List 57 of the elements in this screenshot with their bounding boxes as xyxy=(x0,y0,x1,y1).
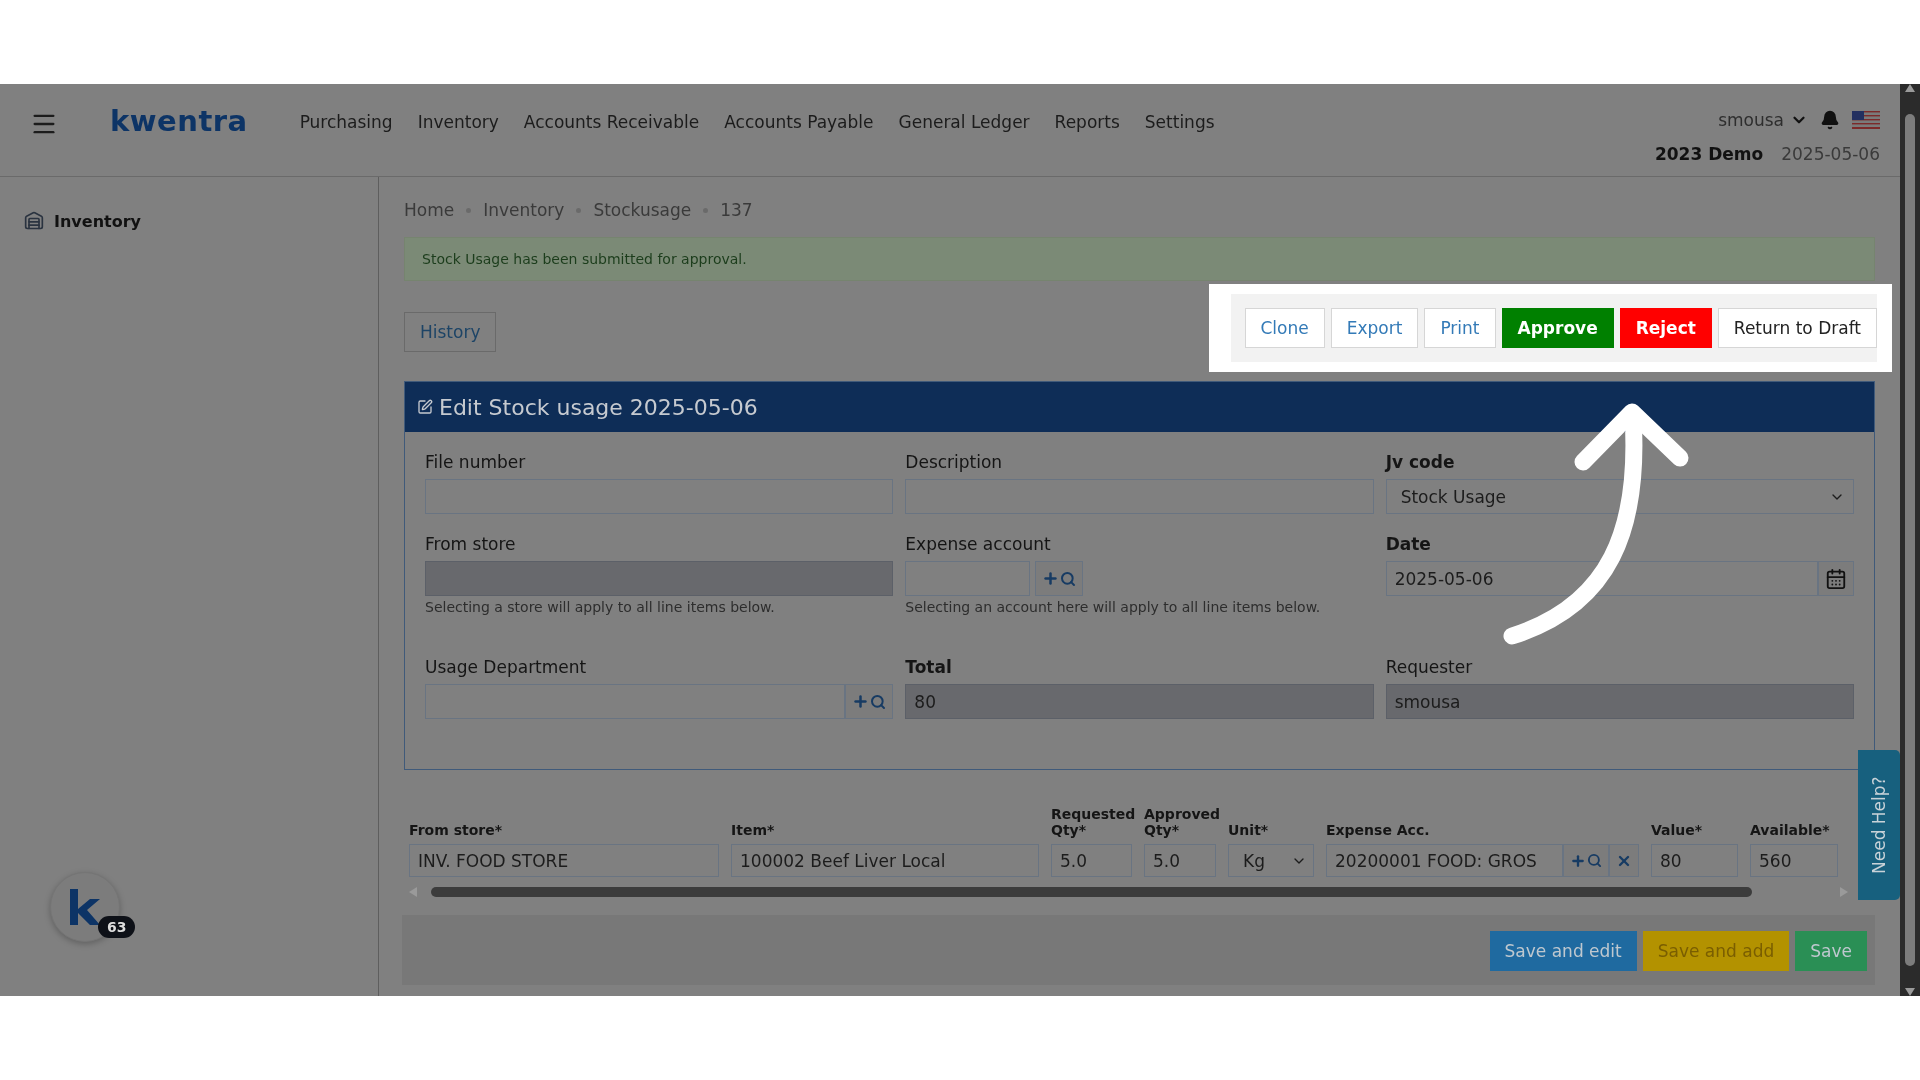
action-button[interactable]: Export xyxy=(1330,308,1419,348)
field-label: Usage Department xyxy=(425,657,588,677)
column-header: Expense Acc. xyxy=(1326,822,1431,840)
line-input[interactable]: 5.0 xyxy=(1144,844,1216,877)
action-button[interactable]: Return to Draft xyxy=(1717,308,1877,348)
line-input[interactable]: 80 xyxy=(1651,844,1738,877)
column-header: Available* xyxy=(1750,822,1831,840)
nav-link[interactable]: Settings xyxy=(1144,112,1215,132)
company-name: 2023 Demo xyxy=(1654,144,1764,164)
column-header: Requested Qty* xyxy=(1051,806,1132,840)
nav-link[interactable]: Reports xyxy=(1054,112,1120,132)
column-header: Item* xyxy=(731,822,776,840)
session-date: 2025-05-06 xyxy=(1781,144,1880,164)
save-button[interactable]: Save xyxy=(1795,931,1867,971)
action-button[interactable]: Approve xyxy=(1501,308,1614,348)
select-field[interactable]: Stock Usage xyxy=(1385,479,1854,514)
success-alert: Stock Usage has been submitted for approval. xyxy=(404,237,1875,281)
logo[interactable]: kwentra xyxy=(110,104,248,138)
breadcrumb-link[interactable]: Stockusage xyxy=(593,200,692,220)
nav-link[interactable]: Inventory xyxy=(417,112,499,132)
field-label: File number xyxy=(425,452,527,472)
help-text: Selecting a store will apply to all line items below. xyxy=(425,599,776,615)
line-input[interactable]: 560 xyxy=(1750,844,1838,877)
breadcrumb-link[interactable]: 137 xyxy=(720,200,753,220)
column-header: Value* xyxy=(1651,822,1704,840)
nav-link[interactable]: Accounts Payable xyxy=(724,112,874,132)
notification-badge: 63 xyxy=(98,916,136,938)
help-text: Selecting an account here will apply to all line items below. xyxy=(905,599,1322,615)
line-input[interactable]: INV. FOOD STORE xyxy=(409,844,719,877)
field-label: Requester xyxy=(1385,657,1474,677)
field-label: Description xyxy=(905,452,1004,472)
breadcrumb-link[interactable]: Inventory xyxy=(483,200,565,220)
breadcrumb-link[interactable]: Home xyxy=(404,200,455,220)
field-label: Jv code xyxy=(1385,452,1456,472)
help-tab[interactable]: Need Help? xyxy=(1858,750,1900,900)
nav-link[interactable]: Purchasing xyxy=(299,112,393,132)
history-button[interactable]: History xyxy=(404,312,497,352)
sidebar-item[interactable]: Inventory xyxy=(24,211,378,231)
user-menu[interactable]: smousa xyxy=(1718,110,1784,130)
unit-select[interactable]: Kg xyxy=(1228,844,1314,877)
line-input[interactable]: 5.0 xyxy=(1051,844,1132,877)
field-label: Expense account xyxy=(905,534,1052,554)
panel-title: Edit Stock usage 2025-05-06 xyxy=(439,394,758,420)
action-button[interactable]: Reject xyxy=(1619,308,1712,348)
column-header: Unit* xyxy=(1228,822,1270,840)
nav-link[interactable]: General Ledger xyxy=(898,112,1030,132)
field-label: From store xyxy=(425,534,517,554)
action-button[interactable]: Clone xyxy=(1244,308,1325,348)
save-button[interactable]: Save and edit xyxy=(1489,931,1637,971)
date-field[interactable]: 2025-05-06 xyxy=(1385,561,1818,596)
nav-link[interactable]: Accounts Receivable xyxy=(523,112,700,132)
column-header: From store* xyxy=(409,822,504,840)
account-input[interactable]: 20200001 FOOD: GROS xyxy=(1326,844,1563,877)
field-label: Date xyxy=(1385,534,1432,554)
line-input[interactable]: 100002 Beef Liver Local xyxy=(731,844,1039,877)
action-button[interactable]: Print xyxy=(1424,308,1496,348)
field-label: Total xyxy=(905,657,953,677)
